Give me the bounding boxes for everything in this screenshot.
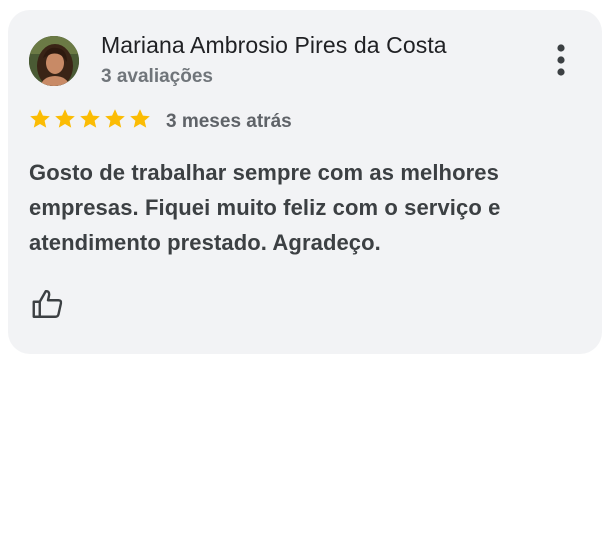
review-text: Gosto de trabalhar sempre com as melhore… [29,160,501,255]
author-name[interactable]: Mariana Ambrosio Pires da Costa [101,32,447,59]
avatar[interactable] [29,36,79,86]
review-time: 3 meses atrás [166,111,292,132]
review-count[interactable]: 3 avaliações [101,66,213,88]
like-button[interactable] [30,286,66,322]
vertical-dots-icon [557,44,565,76]
avatar-photo [29,36,79,86]
star-icon [30,109,50,128]
star-icon [55,109,75,128]
thumbs-up-icon [32,290,63,318]
star-icon [130,109,150,128]
review-card: Mariana Ambrosio Pires da Costa 3 avalia… [8,10,602,354]
star-icon [80,109,100,128]
star-rating [28,107,152,131]
star-icon [105,109,125,128]
more-options-button[interactable] [546,40,576,80]
